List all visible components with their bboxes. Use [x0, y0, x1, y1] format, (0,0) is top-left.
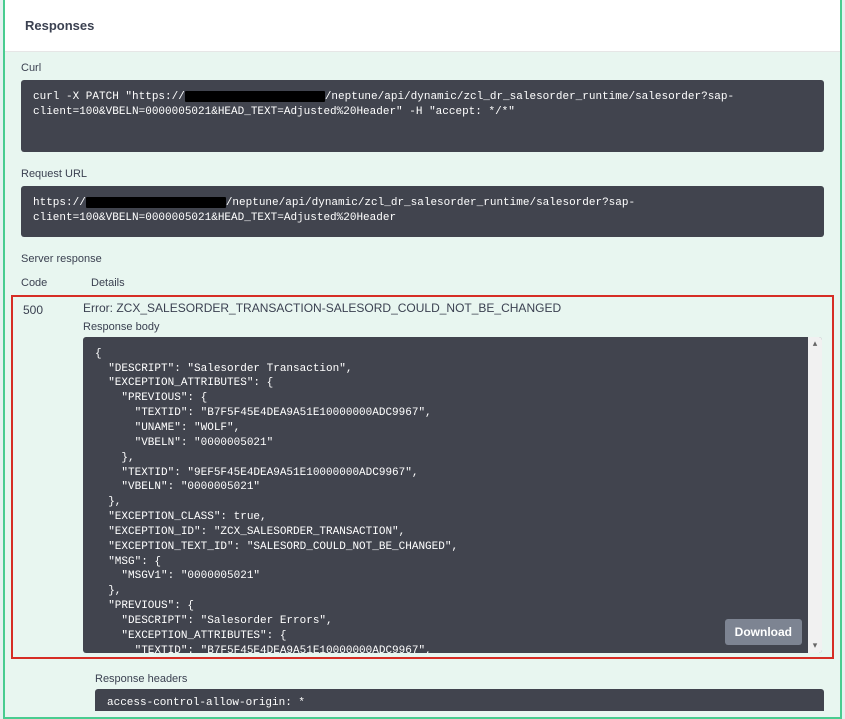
- response-table: Code Details: [5, 269, 840, 289]
- error-message: Error: ZCX_SALESORDER_TRANSACTION-SALESO…: [83, 301, 822, 315]
- response-headers-box[interactable]: access-control-allow-origin: *: [95, 689, 824, 711]
- response-header-line: access-control-allow-origin: *: [107, 697, 305, 709]
- curl-command-box[interactable]: curl -X PATCH "https:///neptune/api/dyna…: [21, 80, 824, 152]
- responses-panel: Responses Curl curl -X PATCH "https:///n…: [3, 0, 842, 719]
- response-body-label: Response body: [83, 321, 822, 333]
- response-body-json: { "DESCRIPT": "Salesorder Transaction", …: [83, 337, 822, 653]
- scrollbar[interactable]: ▴ ▾: [808, 337, 822, 653]
- request-url-box[interactable]: https:///neptune/api/dynamic/zcl_dr_sale…: [21, 186, 824, 237]
- column-header-details: Details: [91, 277, 824, 289]
- scroll-down-icon[interactable]: ▾: [813, 639, 818, 653]
- status-code: 500: [23, 301, 83, 317]
- request-url-section: Request URL https:///neptune/api/dynamic…: [5, 158, 840, 243]
- response-headers-label: Response headers: [95, 673, 824, 685]
- curl-label: Curl: [21, 62, 824, 74]
- column-header-code: Code: [21, 277, 91, 289]
- redacted-host: [185, 91, 325, 102]
- server-response-label: Server response: [5, 243, 840, 269]
- request-url-label: Request URL: [21, 168, 824, 180]
- redacted-host: [86, 197, 226, 208]
- response-body-box[interactable]: { "DESCRIPT": "Salesorder Transaction", …: [83, 337, 822, 653]
- responses-header: Responses: [5, 0, 840, 52]
- download-button[interactable]: Download: [725, 619, 802, 645]
- error-highlight-box: 500 Error: ZCX_SALESORDER_TRANSACTION-SA…: [11, 295, 834, 659]
- curl-section: Curl curl -X PATCH "https:///neptune/api…: [5, 52, 840, 158]
- scroll-up-icon[interactable]: ▴: [813, 337, 818, 351]
- responses-title: Responses: [25, 18, 820, 33]
- response-headers-section: Response headers access-control-allow-or…: [5, 665, 840, 711]
